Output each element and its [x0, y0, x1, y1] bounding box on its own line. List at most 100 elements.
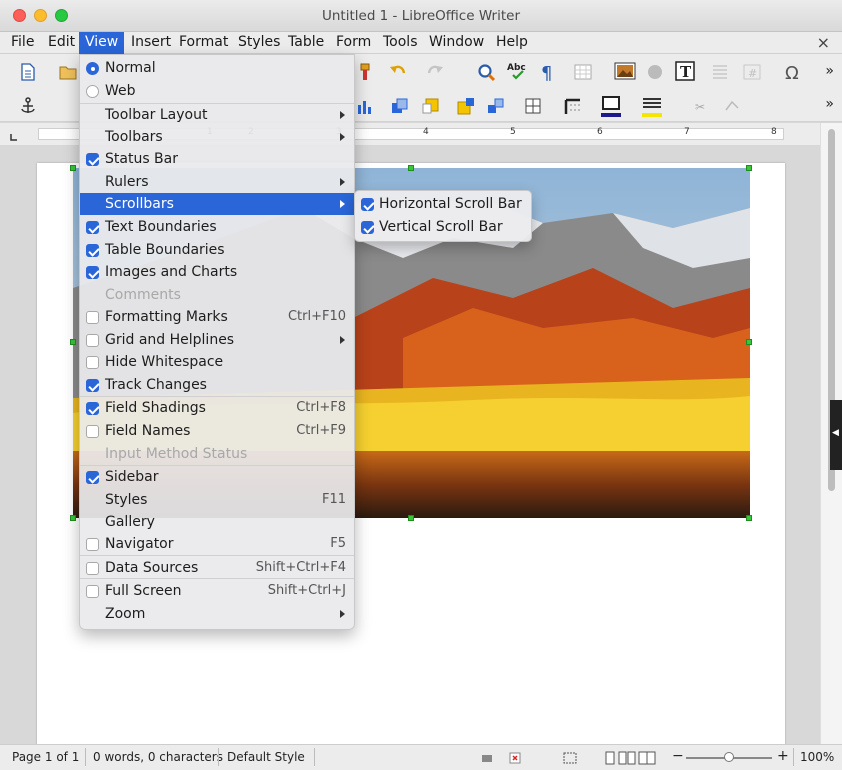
zoom-in-button[interactable]: +	[777, 748, 789, 764]
checkbox-icon	[86, 425, 99, 438]
redo-icon[interactable]	[425, 62, 445, 82]
view-menu-item-field-names[interactable]: Field Names Ctrl+F9	[80, 420, 354, 442]
submenu-item-vertical-scroll-bar[interactable]: Vertical Scroll Bar	[355, 216, 531, 238]
menu-item-label: Input Method Status	[105, 446, 248, 462]
view-menu-item-grid-and-helplines[interactable]: Grid and Helplines	[80, 329, 354, 351]
view-menu-item-images-and-charts[interactable]: Images and Charts	[80, 261, 354, 283]
status-word-count[interactable]: 0 words, 0 characters	[93, 750, 223, 764]
view-menu-item-track-changes[interactable]: Track Changes	[80, 374, 354, 396]
selection-handle[interactable]	[746, 515, 752, 521]
send-back-icon[interactable]	[421, 96, 441, 116]
sidebar-toggle-button[interactable]: ◀	[830, 400, 842, 470]
view-menu-item-hide-whitespace[interactable]: Hide Whitespace	[80, 351, 354, 373]
menu-tools[interactable]: Tools	[377, 32, 424, 54]
view-menu-item-text-boundaries[interactable]: Text Boundaries	[80, 216, 354, 238]
view-menu-item-sidebar[interactable]: Sidebar	[80, 466, 354, 488]
menu-item-label: Toolbars	[105, 129, 163, 145]
close-document-icon[interactable]: ×	[817, 32, 830, 53]
menu-edit[interactable]: Edit	[42, 32, 81, 54]
menu-format[interactable]: Format	[173, 32, 234, 54]
menu-styles[interactable]: Styles	[232, 32, 286, 54]
book-view-icon[interactable]	[638, 750, 656, 766]
insert-mode-icon[interactable]	[480, 751, 494, 765]
new-document-icon[interactable]	[18, 62, 38, 82]
special-character-icon[interactable]: Ω	[783, 62, 803, 82]
selection-handle[interactable]	[408, 515, 414, 521]
checkbox-icon	[361, 221, 374, 234]
spellcheck-icon[interactable]: Abc	[506, 60, 530, 80]
multi-page-view-icon[interactable]	[618, 750, 636, 766]
bar-chart-icon[interactable]	[355, 96, 375, 116]
status-separator	[793, 748, 794, 766]
field-icon[interactable]: #	[742, 62, 762, 82]
view-menu-item-field-shadings[interactable]: Field Shadings Ctrl+F8	[80, 397, 354, 419]
status-page-style[interactable]: Default Style	[227, 750, 305, 764]
menu-window[interactable]: Window	[423, 32, 490, 54]
selection-mode-icon[interactable]	[562, 751, 578, 765]
menu-item-label: Web	[105, 83, 136, 99]
selection-handle[interactable]	[408, 165, 414, 171]
selection-handle[interactable]	[746, 165, 752, 171]
view-menu-item-toolbars[interactable]: Toolbars	[80, 126, 354, 148]
selection-handle[interactable]	[70, 515, 76, 521]
single-page-view-icon[interactable]	[603, 750, 617, 766]
view-menu-item-table-boundaries[interactable]: Table Boundaries	[80, 239, 354, 261]
line-color-icon[interactable]	[600, 95, 622, 119]
menu-insert[interactable]: Insert	[125, 32, 177, 54]
view-menu-item-normal[interactable]: Normal	[80, 57, 354, 79]
area-color-icon[interactable]	[641, 95, 663, 119]
view-menu-item-scrollbars[interactable]: Scrollbars	[80, 193, 354, 215]
view-menu-item-full-screen[interactable]: Full Screen Shift+Ctrl+J	[80, 580, 354, 602]
ungroup-icon[interactable]	[486, 96, 506, 116]
group-icon[interactable]	[456, 96, 476, 116]
status-page-count[interactable]: Page 1 of 1	[12, 750, 79, 764]
chart-icon[interactable]	[645, 62, 665, 82]
document-modified-icon[interactable]	[508, 751, 522, 765]
zoom-slider-knob[interactable]	[724, 752, 734, 762]
view-menu-item-rulers[interactable]: Rulers	[80, 171, 354, 193]
zoom-level[interactable]: 100%	[800, 750, 834, 764]
text-box-icon[interactable]: T	[674, 60, 696, 82]
open-folder-icon[interactable]	[58, 62, 78, 82]
formatting-marks-icon[interactable]: ¶	[538, 62, 558, 82]
menu-help[interactable]: Help	[490, 32, 534, 54]
undo-icon[interactable]	[388, 62, 408, 82]
table-icon[interactable]	[573, 62, 593, 82]
view-menu-item-styles[interactable]: Styles F11	[80, 489, 354, 511]
cut-shape-icon[interactable]: ✂	[690, 96, 710, 116]
menu-item-label: Grid and Helplines	[105, 332, 235, 348]
view-menu-item-data-sources[interactable]: Data Sources Shift+Ctrl+F4	[80, 557, 354, 579]
selection-handle[interactable]	[70, 165, 76, 171]
view-menu-item-web[interactable]: Web	[80, 80, 354, 102]
zoom-out-button[interactable]: −	[672, 748, 684, 764]
find-replace-icon[interactable]	[476, 62, 496, 82]
selection-handle[interactable]	[746, 339, 752, 345]
menu-view[interactable]: View	[79, 32, 125, 54]
view-menu-item-toolbar-layout[interactable]: Toolbar Layout	[80, 104, 354, 126]
view-menu-item-gallery[interactable]: Gallery	[80, 511, 354, 533]
toolbar-more-icon[interactable]: »	[825, 63, 834, 79]
selection-handle[interactable]	[70, 339, 76, 345]
page-break-icon[interactable]	[710, 62, 730, 82]
clone-formatting-icon[interactable]	[355, 62, 375, 82]
line-style-icon[interactable]	[563, 96, 583, 116]
image-icon[interactable]	[614, 60, 636, 82]
menu-table[interactable]: Table	[282, 32, 330, 54]
toolbar2-more-icon[interactable]: »	[825, 96, 834, 112]
tab-stop-icon[interactable]	[10, 133, 18, 141]
menu-form[interactable]: Form	[330, 32, 377, 54]
submenu-item-horizontal-scroll-bar[interactable]: Horizontal Scroll Bar	[355, 193, 531, 215]
view-menu-item-zoom[interactable]: Zoom	[80, 603, 354, 625]
view-menu-item-navigator[interactable]: Navigator F5	[80, 533, 354, 555]
bring-forward-icon[interactable]	[390, 96, 410, 116]
ruler-number: 8	[771, 127, 777, 137]
menu-file[interactable]: File	[5, 32, 40, 54]
view-menu-item-formatting-marks[interactable]: Formatting Marks Ctrl+F10	[80, 306, 354, 328]
menu-bar: File Edit View Insert Format Styles Tabl…	[0, 32, 842, 54]
points-icon[interactable]	[722, 96, 742, 116]
view-menu-item-comments: Comments	[80, 284, 354, 306]
anchor-icon[interactable]	[18, 96, 38, 116]
view-menu-item-status-bar[interactable]: Status Bar	[80, 148, 354, 170]
menu-separator	[80, 555, 354, 556]
borders-icon[interactable]	[523, 96, 543, 116]
